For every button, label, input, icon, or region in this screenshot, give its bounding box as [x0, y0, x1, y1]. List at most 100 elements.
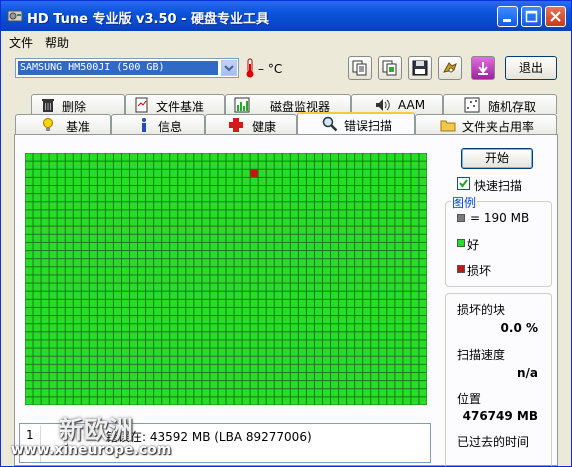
minimize-button[interactable]	[497, 6, 518, 27]
good-block	[298, 324, 306, 332]
good-block	[331, 381, 339, 389]
good-block	[314, 259, 322, 267]
good-block	[97, 389, 105, 397]
good-block	[371, 242, 379, 251]
copy-screenshot-button[interactable]	[378, 56, 402, 80]
good-block	[210, 275, 218, 283]
good-block	[331, 299, 339, 307]
good-block	[403, 234, 411, 242]
tab-folder-usage[interactable]: 文件夹占用率	[415, 114, 557, 134]
good-block	[121, 299, 130, 307]
good-block	[33, 316, 41, 324]
menu-file[interactable]: 文件	[9, 34, 33, 51]
good-block	[290, 283, 298, 291]
good-block	[97, 226, 105, 234]
close-button[interactable]	[545, 6, 566, 27]
good-block	[419, 397, 427, 405]
good-block	[210, 332, 218, 340]
good-block	[379, 242, 387, 251]
good-block	[121, 186, 130, 194]
good-block	[331, 186, 339, 194]
good-block	[411, 372, 419, 381]
exit-button[interactable]: 退出	[505, 56, 557, 80]
tab-disk-monitor[interactable]: 磁盘监视器	[225, 94, 351, 114]
good-block	[130, 234, 138, 242]
good-block	[250, 364, 258, 372]
good-block	[250, 381, 258, 389]
good-block	[202, 389, 210, 397]
good-block	[331, 283, 339, 291]
good-block	[242, 356, 250, 364]
good-block	[371, 226, 379, 234]
good-block	[178, 186, 186, 194]
good-block	[347, 307, 355, 316]
good-block	[138, 251, 146, 259]
good-block	[146, 194, 154, 202]
good-block	[411, 153, 419, 161]
legend-bad-label: 损坏	[467, 264, 492, 278]
good-block	[363, 267, 371, 275]
good-block	[89, 194, 97, 202]
tab-benchmark[interactable]: 基准	[15, 114, 111, 134]
tab-info[interactable]: 信息	[111, 114, 205, 134]
good-block	[371, 372, 379, 381]
tab-file-benchmark[interactable]: 文件基准	[125, 94, 225, 114]
tab-aam[interactable]: AAM	[351, 94, 443, 114]
good-block	[89, 356, 97, 364]
quick-scan-checkbox[interactable]	[457, 177, 470, 190]
good-block	[25, 356, 33, 364]
good-block	[274, 275, 282, 283]
tab-health[interactable]: 健康	[205, 114, 297, 134]
good-block	[73, 202, 81, 210]
good-block	[331, 153, 339, 161]
good-block	[49, 202, 57, 210]
good-block	[266, 153, 274, 161]
good-block	[347, 202, 355, 210]
good-block	[395, 275, 403, 283]
copy-text-button[interactable]	[348, 56, 372, 80]
chevron-down-icon[interactable]	[221, 60, 237, 76]
save-button[interactable]	[408, 56, 432, 80]
good-block	[339, 307, 347, 316]
maximize-button[interactable]	[521, 6, 542, 27]
good-block	[258, 186, 266, 194]
good-block	[25, 340, 33, 348]
download-button[interactable]	[471, 56, 495, 80]
good-block	[371, 194, 379, 202]
good-block	[403, 218, 411, 226]
start-button[interactable]: 开始	[461, 148, 533, 169]
good-block	[154, 348, 162, 356]
tab-random-access[interactable]: 随机存取	[443, 94, 557, 114]
good-block	[105, 218, 113, 226]
good-block	[282, 234, 290, 242]
good-block	[33, 283, 41, 291]
good-block	[186, 307, 194, 316]
good-block	[154, 177, 162, 186]
good-block	[306, 234, 314, 242]
tab-error-scan[interactable]: 错误扫描	[297, 112, 415, 134]
good-block	[282, 397, 290, 405]
good-block	[65, 340, 73, 348]
good-block	[170, 356, 178, 364]
good-block	[266, 186, 274, 194]
good-block	[331, 234, 339, 242]
good-block	[234, 275, 242, 283]
menu-help[interactable]: 帮助	[45, 34, 69, 51]
good-block	[411, 194, 419, 202]
good-block	[170, 389, 178, 397]
good-block	[146, 324, 154, 332]
good-block	[162, 275, 170, 283]
title-bar[interactable]: HD Tune 专业版 v3.50 - 硬盘专业工具	[1, 1, 571, 31]
drive-select[interactable]: SAMSUNG HM500JI (500 GB)	[15, 58, 239, 78]
good-block	[242, 381, 250, 389]
quick-scan-label[interactable]: 快速扫描	[474, 177, 522, 194]
good-block	[355, 348, 363, 356]
tab-delete[interactable]: 删除	[31, 94, 125, 114]
good-block	[258, 372, 266, 381]
options-button[interactable]	[438, 56, 462, 80]
good-block	[363, 275, 371, 283]
good-block	[65, 316, 73, 324]
good-block	[282, 332, 290, 340]
good-block	[81, 226, 89, 234]
good-block	[371, 177, 379, 186]
